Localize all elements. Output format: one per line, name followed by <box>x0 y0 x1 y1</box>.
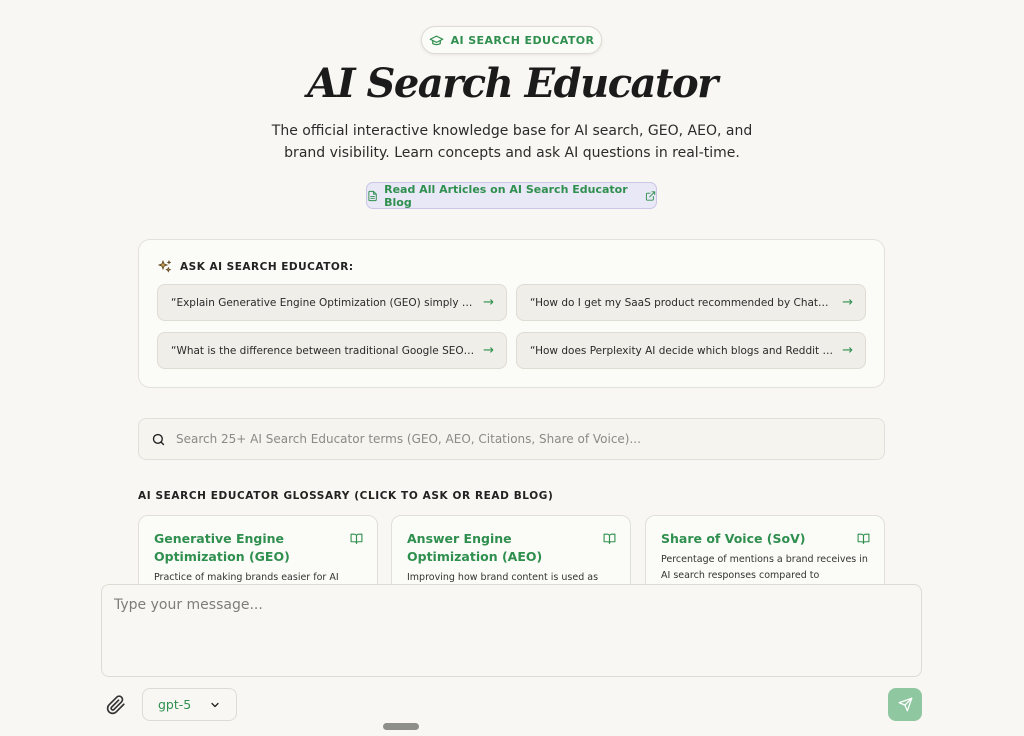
suggestion-text: “How do I get my SaaS product recommende… <box>530 296 835 309</box>
book-open-icon[interactable] <box>350 532 363 545</box>
glossary-search <box>138 418 885 460</box>
suggestion-chip[interactable]: “What is the difference between traditio… <box>157 332 507 369</box>
external-link-icon <box>645 190 656 201</box>
glossary-heading: AI SEARCH EDUCATOR GLOSSARY (CLICK TO AS… <box>138 490 554 502</box>
header-badge: AI SEARCH EDUCATOR <box>421 26 602 54</box>
message-input[interactable] <box>114 597 909 664</box>
badge-label: AI SEARCH EDUCATOR <box>450 33 595 47</box>
glossary-term-name: Generative Engine Optimization (GEO) <box>154 531 290 564</box>
document-icon <box>368 190 377 201</box>
model-select-value: gpt-5 <box>158 697 192 712</box>
arrow-right-icon: → <box>483 295 494 310</box>
ask-heading: ASK AI SEARCH EDUCATOR: <box>157 259 354 275</box>
suggestion-chip[interactable]: “How does Perplexity AI decide which blo… <box>516 332 866 369</box>
glossary-term-name: Share of Voice (SoV) <box>661 531 806 546</box>
scroll-handle[interactable] <box>383 723 419 730</box>
chevron-down-icon <box>211 702 219 707</box>
model-select[interactable]: gpt-5 <box>142 688 237 721</box>
ask-heading-label: ASK AI SEARCH EDUCATOR: <box>180 261 354 273</box>
send-button[interactable] <box>888 688 922 721</box>
arrow-right-icon: → <box>842 343 853 358</box>
suggestion-text: “How does Perplexity AI decide which blo… <box>530 344 835 357</box>
paperclip-icon[interactable] <box>106 695 126 715</box>
search-input[interactable] <box>176 432 884 446</box>
suggestion-text: “Explain Generative Engine Optimization … <box>171 296 476 309</box>
book-open-icon[interactable] <box>603 532 616 545</box>
book-open-icon[interactable] <box>857 532 870 545</box>
page-subtitle: The official interactive knowledge base … <box>271 123 753 161</box>
suggestion-chip[interactable]: “How do I get my SaaS product recommende… <box>516 284 866 321</box>
message-composer <box>101 584 922 677</box>
blog-link-label: Read All Articles on AI Search Educator … <box>384 182 628 209</box>
sparkles-icon <box>157 259 172 273</box>
blog-link-button[interactable]: Read All Articles on AI Search Educator … <box>366 182 657 209</box>
graduation-cap-icon <box>429 35 443 45</box>
page-title: AI Search Educator <box>307 60 718 107</box>
send-icon <box>898 697 912 712</box>
search-icon <box>152 433 165 445</box>
suggestion-text: “What is the difference between traditio… <box>171 344 476 357</box>
glossary-term-name: Answer Engine Optimization (AEO) <box>407 531 543 564</box>
arrow-right-icon: → <box>483 343 494 358</box>
suggestion-chip[interactable]: “Explain Generative Engine Optimization … <box>157 284 507 321</box>
arrow-right-icon: → <box>842 295 853 310</box>
ask-panel: ASK AI SEARCH EDUCATOR: “Explain Generat… <box>138 239 885 388</box>
